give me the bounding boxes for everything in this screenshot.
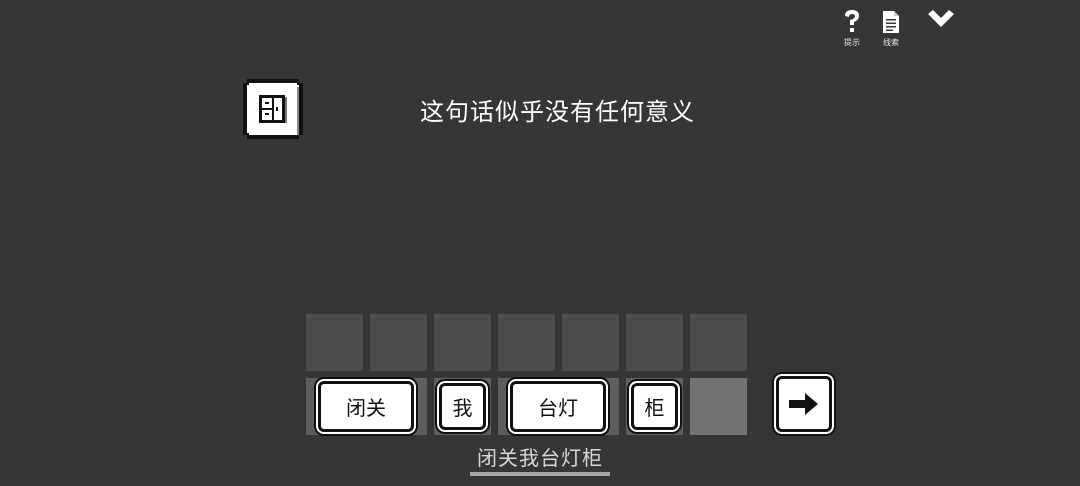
word-tile[interactable]: 闭关 — [318, 381, 414, 432]
dialogue-text: 这句话似乎没有任何意义 — [420, 98, 695, 126]
answer-slot[interactable] — [434, 314, 491, 371]
collapse-button[interactable] — [921, 6, 961, 52]
answer-slot[interactable] — [306, 314, 363, 371]
clues-label: 线索 — [883, 38, 899, 47]
answer-slot[interactable] — [626, 314, 683, 371]
answer-underline — [470, 472, 610, 476]
answer-slot[interactable] — [562, 314, 619, 371]
answer-text: 闭关我台灯柜 — [477, 446, 603, 470]
submit-button[interactable] — [776, 376, 832, 432]
hint-label: 提示 — [844, 38, 860, 47]
cabinet-icon — [243, 79, 303, 139]
item-frame[interactable] — [241, 77, 305, 141]
hint-button[interactable]: 提示 — [832, 8, 872, 54]
answer-slot[interactable] — [370, 314, 427, 371]
empty-tile-slot[interactable] — [690, 378, 747, 435]
question-mark-icon — [843, 8, 861, 36]
word-tile[interactable]: 台灯 — [510, 381, 606, 432]
word-tile[interactable]: 柜 — [631, 383, 678, 430]
word-tile[interactable]: 我 — [439, 383, 486, 430]
answer-slot[interactable] — [690, 314, 747, 371]
answer-slot[interactable] — [498, 314, 555, 371]
chevron-down-icon — [926, 6, 956, 34]
document-icon — [882, 8, 900, 36]
arrow-right-icon — [789, 393, 818, 415]
clues-button[interactable]: 线索 — [871, 8, 911, 54]
